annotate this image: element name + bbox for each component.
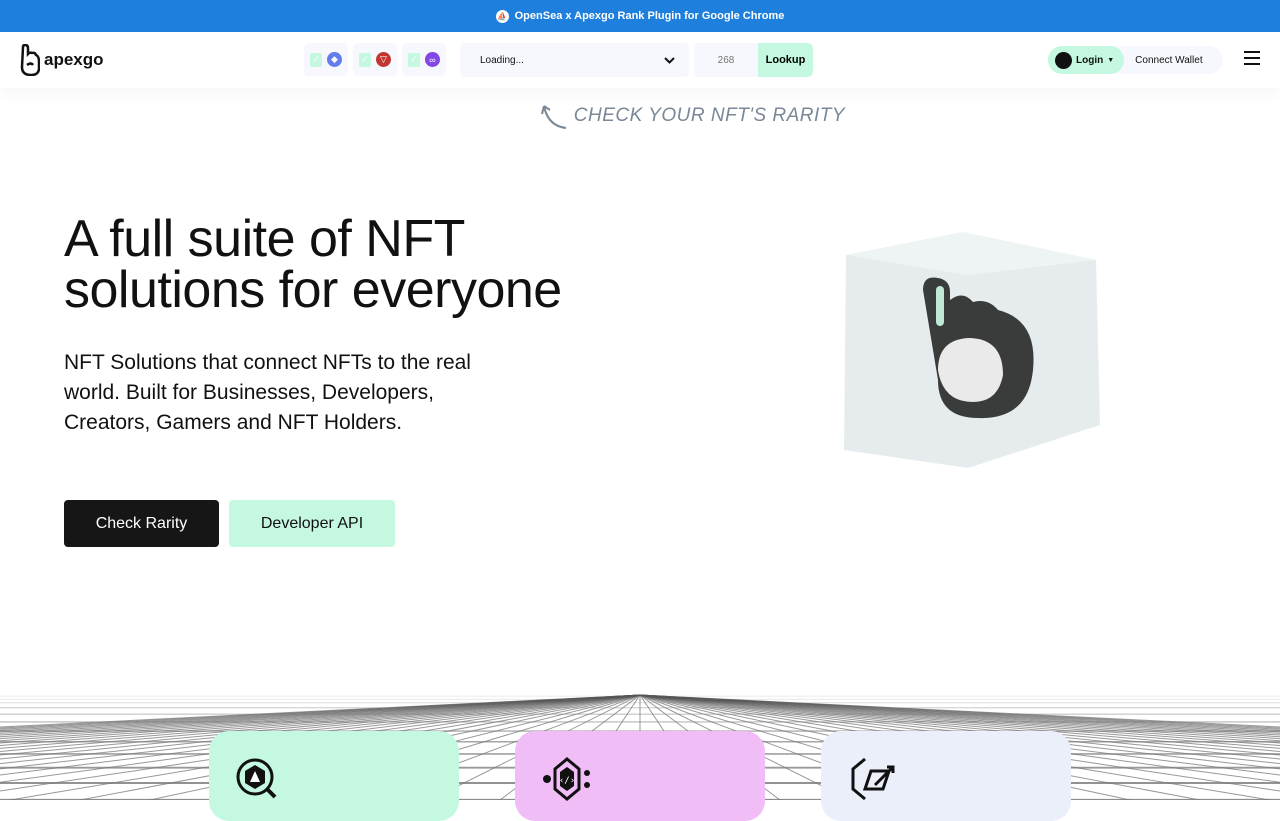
- logo[interactable]: apexgo: [20, 44, 104, 76]
- chain-toggle-tron[interactable]: ✓ ▽: [353, 43, 397, 76]
- lookup-button[interactable]: Lookup: [758, 43, 813, 77]
- logo-text: apexgo: [44, 50, 104, 69]
- login-label: Login: [1076, 54, 1104, 66]
- login-button[interactable]: Login ▼: [1048, 46, 1125, 74]
- glass-cube-hand-illustration: [844, 232, 1100, 468]
- collection-select-value: Loading...: [480, 54, 524, 66]
- chain-toggle-polygon[interactable]: ✓ ∞: [402, 43, 446, 76]
- api-code-icon: ‹/›: [543, 757, 590, 801]
- collection-select[interactable]: Loading...: [460, 43, 689, 77]
- check-icon: ✓: [408, 52, 420, 67]
- hero-subtitle: NFT Solutions that connect NFTs to the r…: [64, 351, 471, 434]
- tron-icon: ▽: [376, 52, 391, 67]
- caret-down-icon: ▼: [1107, 56, 1115, 64]
- rarity-search-icon: [236, 758, 277, 799]
- check-rarity-button[interactable]: Check Rarity: [64, 500, 219, 547]
- connect-wallet-button[interactable]: Connect Wallet: [1135, 55, 1202, 66]
- creator-tools-icon: [851, 757, 895, 801]
- ethereum-icon: ◆: [327, 52, 342, 67]
- polygon-icon: ∞: [425, 52, 440, 67]
- auth-group: Login ▼ Connect Wallet: [1048, 46, 1223, 74]
- feature-card-api[interactable]: ‹/›: [515, 731, 765, 821]
- feature-card-rarity[interactable]: [209, 731, 459, 821]
- chain-toggle-ethereum[interactable]: ✓ ◆: [304, 43, 348, 76]
- check-icon: ✓: [310, 52, 322, 67]
- token-id-input[interactable]: [694, 43, 758, 77]
- announcement-banner[interactable]: ⛵ OpenSea x Apexgo Rank Plugin for Googl…: [0, 0, 1280, 32]
- svg-text:‹/›: ‹/›: [559, 776, 575, 786]
- rarity-hint: CHECK YOUR NFT'S RARITY: [540, 102, 845, 130]
- top-nav: apexgo ✓◆ ✓▽ ✓∞ Loading... Lookup Login▼…: [0, 32, 1280, 88]
- banner-text[interactable]: OpenSea x Apexgo Rank Plugin for Google …: [515, 10, 785, 22]
- check-icon: ✓: [359, 52, 371, 67]
- hero-title: A full suite of NFT solutions for everyo…: [64, 210, 562, 319]
- chevron-down-icon: [664, 56, 675, 64]
- user-avatar-icon: [1055, 51, 1072, 69]
- apexgo-hand-icon: [20, 44, 40, 76]
- opensea-icon: ⛵: [495, 9, 509, 23]
- curved-arrow-icon: [541, 105, 567, 129]
- hamburger-menu-icon[interactable]: [1244, 51, 1260, 69]
- rarity-hint-text: CHECK YOUR NFT'S RARITY: [573, 105, 846, 127]
- developer-api-button[interactable]: Developer API: [229, 500, 395, 547]
- feature-card-creator[interactable]: [821, 731, 1071, 821]
